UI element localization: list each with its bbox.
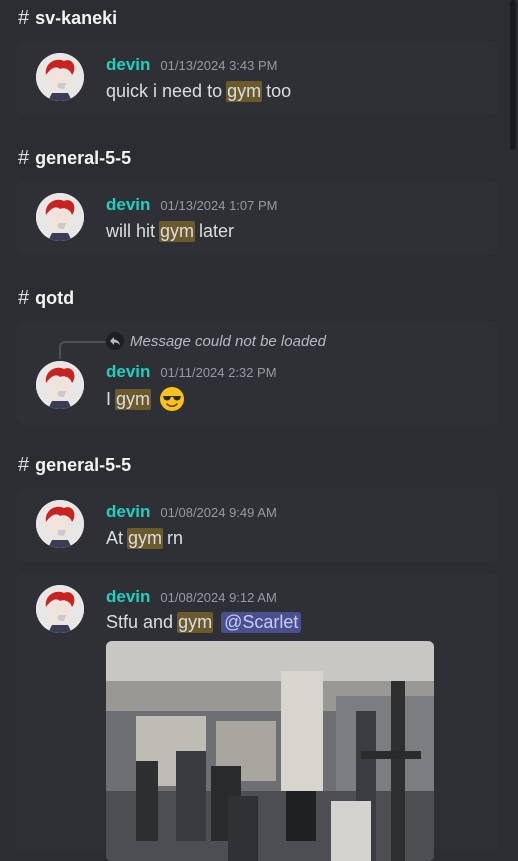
message-text: Stfu and — [106, 612, 174, 632]
timestamp: 01/11/2024 2:32 PM — [160, 365, 277, 380]
hash-icon: # — [18, 147, 30, 169]
search-highlight: gym — [159, 221, 196, 242]
message-content: I gym — [106, 386, 185, 412]
search-highlight: gym — [177, 612, 214, 633]
search-highlight: gym — [127, 528, 164, 549]
avatar[interactable] — [36, 500, 84, 548]
channel-header-general-5-5[interactable]: # general-5-5 — [18, 147, 131, 170]
message-text: too — [266, 81, 292, 101]
timestamp: 01/13/2024 3:43 PM — [160, 58, 278, 73]
message-text: I — [106, 388, 112, 409]
reply-connector — [59, 341, 105, 359]
username[interactable]: devin — [106, 502, 150, 522]
message-text: At — [106, 528, 124, 548]
message-content: will hit gym later — [106, 221, 234, 242]
channel-header-general-5-5[interactable]: # general-5-5 — [18, 454, 131, 477]
reply-text: Message could not be loaded — [130, 332, 326, 350]
channel-name: qotd — [35, 288, 75, 308]
message-text: rn — [167, 528, 184, 548]
search-results-list[interactable]: # sv-kaneki devin 01/13/2024 3:43 PM qui… — [0, 0, 518, 861]
timestamp: 01/13/2024 1:07 PM — [160, 198, 278, 213]
avatar[interactable] — [36, 585, 84, 633]
username[interactable]: devin — [106, 362, 150, 382]
message-text: later — [199, 221, 235, 241]
reply-arrow-icon — [106, 332, 124, 350]
message-text: quick i need to — [106, 81, 223, 101]
message-card[interactable]: devin 01/13/2024 1:07 PM will hit gym la… — [16, 181, 498, 255]
message-content: quick i need to gym too — [106, 81, 291, 102]
username[interactable]: devin — [106, 55, 150, 75]
timestamp: 01/08/2024 9:49 AM — [160, 505, 277, 520]
channel-name: general-5-5 — [35, 148, 132, 168]
username[interactable]: devin — [106, 195, 150, 215]
message-content: Stfu and gym @Scarlet — [106, 612, 302, 633]
scrollbar[interactable] — [510, 0, 516, 150]
message-text: will hit — [106, 221, 156, 241]
hash-icon: # — [18, 7, 30, 29]
avatar[interactable] — [36, 193, 84, 241]
message-card[interactable]: devin 01/08/2024 9:12 AM Stfu and gym @S… — [16, 573, 498, 861]
message-card[interactable]: devin 01/08/2024 9:49 AM At gym rn — [16, 488, 498, 562]
sunglasses-emoji-icon[interactable] — [159, 386, 185, 412]
avatar[interactable] — [36, 53, 84, 101]
search-highlight: gym — [115, 388, 152, 410]
timestamp: 01/08/2024 9:12 AM — [160, 590, 277, 605]
user-mention[interactable]: @Scarlet — [221, 612, 302, 633]
message-card[interactable]: devin 01/13/2024 3:43 PM quick i need to… — [16, 41, 498, 115]
avatar[interactable] — [36, 361, 84, 409]
gym-photo-icon — [106, 641, 434, 861]
channel-header-sv-kaneki[interactable]: # sv-kaneki — [18, 7, 117, 30]
username[interactable]: devin — [106, 587, 150, 607]
channel-name: general-5-5 — [35, 455, 132, 475]
channel-name: sv-kaneki — [35, 8, 118, 28]
image-attachment[interactable] — [106, 641, 434, 861]
reply-preview[interactable]: Message could not be loaded — [106, 332, 326, 350]
hash-icon: # — [18, 287, 30, 309]
message-content: At gym rn — [106, 528, 183, 549]
message-card[interactable]: Message could not be loaded devin 01/11/… — [16, 321, 498, 425]
search-highlight: gym — [226, 81, 263, 102]
hash-icon: # — [18, 454, 30, 476]
channel-header-qotd[interactable]: # qotd — [18, 287, 74, 310]
